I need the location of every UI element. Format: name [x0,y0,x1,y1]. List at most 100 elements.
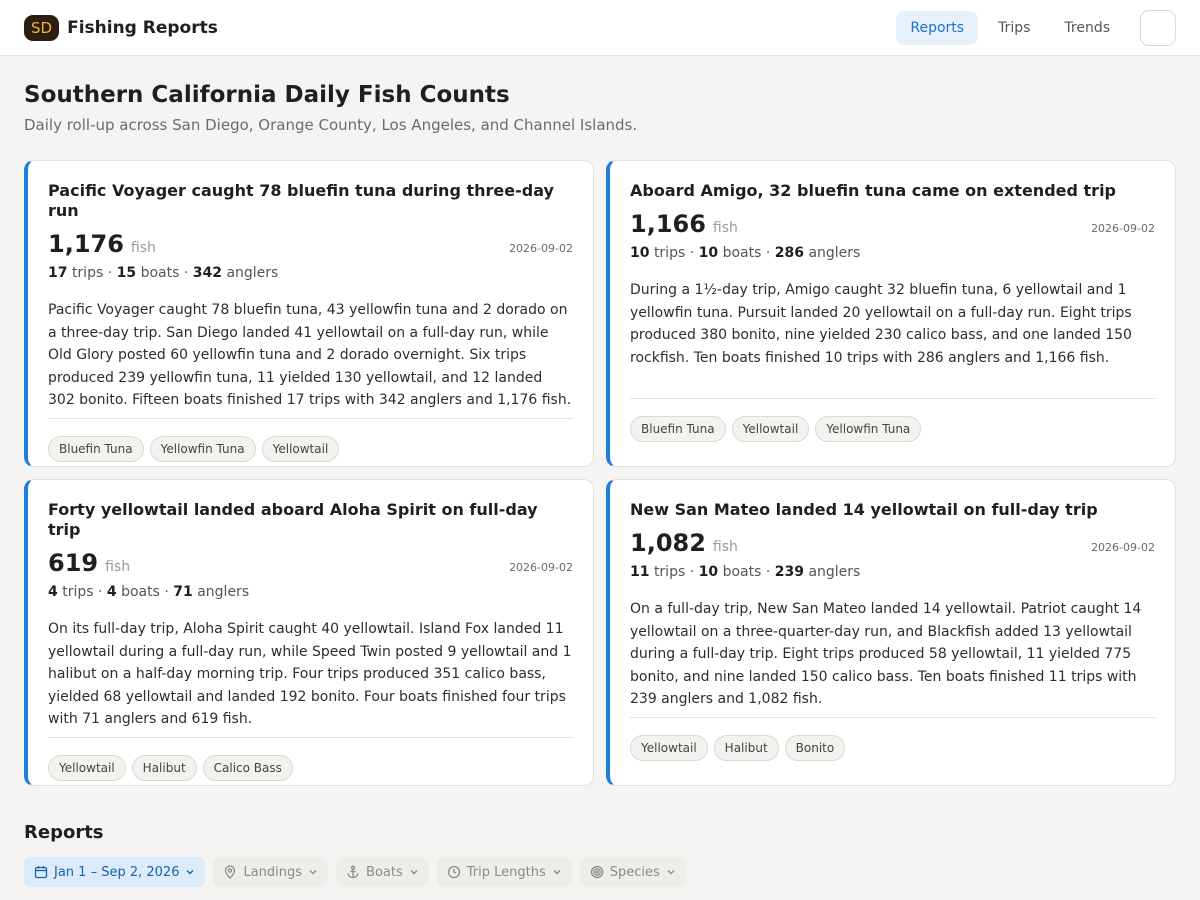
species-tag[interactable]: Calico Bass [202,755,293,781]
page-subtitle: Daily roll-up across San Diego, Orange C… [24,116,638,134]
chevron-down-icon [553,870,561,875]
fish-unit: fish [130,240,156,256]
trips-count: 17 [48,265,68,281]
app-title[interactable]: Fishing Reports [67,18,218,38]
species-tag[interactable]: Halibut [131,755,197,781]
species-tags: Yellowtail Halibut Calico Bass [48,755,573,781]
report-date: 2026-09-02 [1091,541,1155,554]
anglers-label: anglers [808,245,861,261]
boats-count: 10 [698,245,719,261]
boats-count: 4 [106,584,117,600]
card-title[interactable]: Pacific Voyager caught 78 bluefin tuna d… [48,181,573,221]
card-stats: 11 trips · 10 boats · 239 anglers [630,564,861,580]
trips-count: 11 [630,564,650,580]
chevron-down-icon [667,870,675,875]
trips-count: 4 [48,584,58,600]
nav-trends[interactable]: Trends [1050,11,1124,45]
anglers-label: anglers [226,265,279,281]
filter-label: Species [609,864,660,880]
anchor-icon [347,865,359,879]
card-stats: 4 trips · 4 boats · 71 anglers [48,584,250,600]
main-content: Southern California Daily Fish Counts Da… [0,56,1200,887]
card-divider [48,737,573,738]
card-divider [630,717,1155,718]
card-summary: During a 1½-day trip, Amigo caught 32 bl… [630,282,1132,366]
species-tag[interactable]: Halibut [713,735,779,761]
anglers-count: 71 [173,584,193,600]
trips-label: trips [653,564,686,580]
report-card[interactable]: Forty yellowtail landed aboard Aloha Spi… [24,479,594,786]
species-filter[interactable]: Species [579,857,686,887]
filter-label: Trip Lengths [466,864,546,880]
calendar-icon [34,866,48,879]
species-tag[interactable]: Yellowtail [261,436,340,462]
report-date: 2026-09-02 [509,561,573,574]
count-row: 619 fish 2026-09-02 [48,549,573,577]
page-title: Southern California Daily Fish Counts [24,82,510,108]
landings-filter[interactable]: Landings [213,857,329,887]
report-card[interactable]: New San Mateo landed 14 yellowtail on fu… [606,479,1176,786]
anglers-count: 239 [774,564,804,580]
species-tag[interactable]: Yellowfin Tuna [149,436,256,462]
fish-unit: fish [712,220,738,236]
chevron-down-icon [186,870,194,875]
count-row: 1,082 fish 2026-09-02 [630,529,1155,557]
trips-count: 10 [630,245,650,261]
boats-label: boats [722,564,762,580]
fish-unit: fish [712,539,738,555]
species-tag[interactable]: Bluefin Tuna [48,436,144,462]
fish-count: 1,166 [630,210,706,238]
top-bar: SD Fishing Reports Reports Trips Trends [0,0,1200,56]
species-tag[interactable]: Yellowtail [731,416,810,442]
main-nav: Reports Trips Trends [896,9,1176,46]
species-tag[interactable]: Yellowtail [48,755,126,781]
card-title[interactable]: New San Mateo landed 14 yellowtail on fu… [630,500,1155,520]
boats-label: boats [121,584,160,600]
nav-trips[interactable]: Trips [984,11,1044,45]
trip-lengths-filter[interactable]: Trip Lengths [436,857,572,887]
trips-label: trips [71,265,104,281]
card-divider [630,398,1155,399]
trips-label: trips [653,245,686,261]
account-button[interactable] [1140,9,1176,46]
card-stats: 10 trips · 10 boats · 286 anglers [630,245,861,261]
trips-label: trips [62,584,94,600]
boats-count: 10 [698,564,719,580]
boats-count: 15 [116,265,137,281]
anglers-count: 342 [192,265,222,281]
report-date: 2026-09-02 [509,242,573,255]
chevron-down-icon [309,870,317,875]
card-stats: 17 trips · 15 boats · 342 anglers [48,265,279,281]
species-tag[interactable]: Yellowtail [630,735,708,761]
chevron-down-icon [410,870,418,875]
filter-label: Boats [366,864,403,880]
card-divider [48,418,573,419]
species-tag[interactable]: Bluefin Tuna [630,416,726,442]
filter-label: Landings [243,864,303,880]
report-card[interactable]: Aboard Amigo, 32 bluefin tuna came on ex… [606,160,1176,467]
clock-icon [447,865,460,879]
report-date: 2026-09-02 [1091,222,1155,235]
date-range-filter[interactable]: Jan 1 – Sep 2, 2026 [24,857,206,887]
anglers-label: anglers [197,584,250,600]
species-tag[interactable]: Yellowfin Tuna [815,416,922,442]
reports-section-title: Reports [24,822,104,843]
fish-count: 619 [48,549,99,577]
report-card-grid: Pacific Voyager caught 78 bluefin tuna d… [24,160,1176,786]
species-tag[interactable]: Bonito [784,735,846,761]
anglers-label: anglers [808,564,861,580]
fish-count: 1,082 [630,529,706,557]
card-title[interactable]: Forty yellowtail landed aboard Aloha Spi… [48,500,573,540]
logo-badge[interactable]: SD [24,14,60,41]
fish-unit: fish [105,559,131,575]
anglers-count: 286 [774,245,804,261]
map-pin-icon [225,865,236,879]
filter-label: Jan 1 – Sep 2, 2026 [54,864,180,880]
card-summary: On a full-day trip, New San Mateo landed… [630,601,1142,708]
boats-filter[interactable]: Boats [336,857,429,887]
count-row: 1,176 fish 2026-09-02 [48,230,573,258]
filter-bar: Jan 1 – Sep 2, 2026 Landings Boats Trip … [24,857,1176,887]
card-title[interactable]: Aboard Amigo, 32 bluefin tuna came on ex… [630,181,1155,201]
report-card[interactable]: Pacific Voyager caught 78 bluefin tuna d… [24,160,594,467]
nav-reports[interactable]: Reports [896,10,979,45]
